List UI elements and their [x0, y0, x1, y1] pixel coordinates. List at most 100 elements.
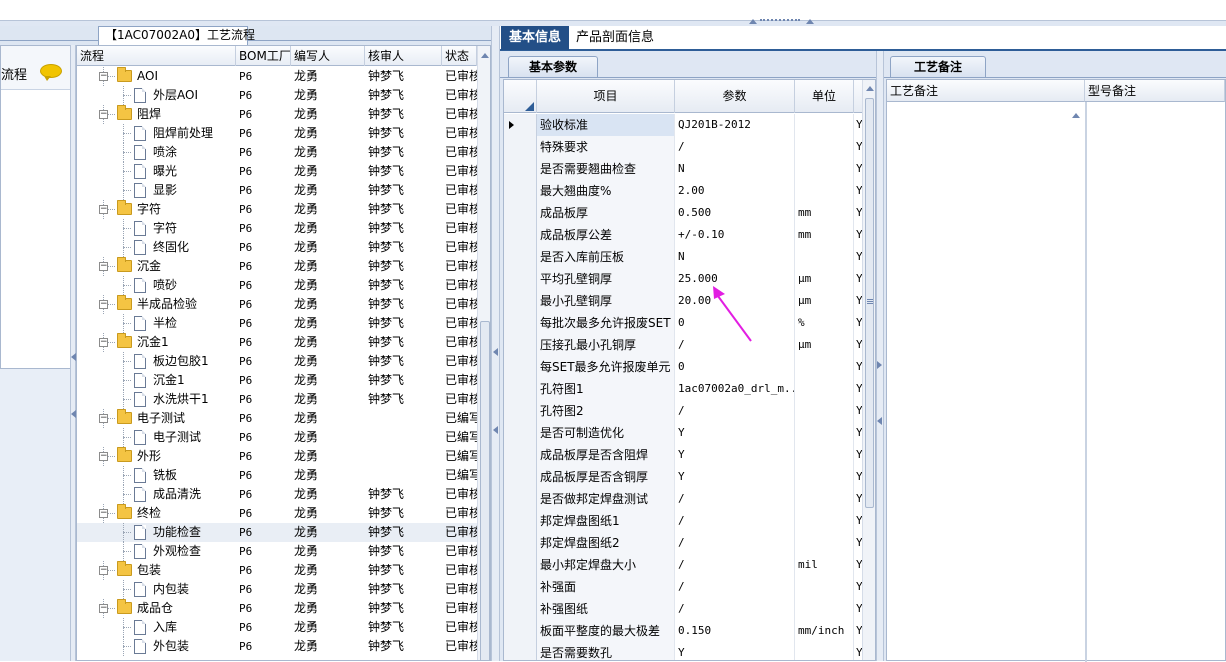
tree-row[interactable]: − 外形 P6 龙勇 已编写 [77, 447, 490, 466]
row-selector[interactable] [504, 180, 537, 202]
model-note-input[interactable] [1089, 104, 1223, 654]
col-header-unit[interactable]: 单位 [795, 80, 854, 113]
col-header-item[interactable]: 项目 [537, 80, 675, 113]
param-row[interactable]: 补强面 / Y [504, 576, 875, 598]
param-row[interactable]: 邦定焊盘图纸1/Y [504, 510, 875, 532]
param-row[interactable]: 最小孔壁铜厚 20.00 μm Y [504, 290, 875, 312]
param-value-cell[interactable]: QJ201B-2012 [675, 114, 795, 136]
tree-row[interactable]: 板边包胶1 P6 龙勇 钟梦飞 已审核 [77, 352, 490, 371]
param-value-cell[interactable]: 0.500 [675, 202, 795, 224]
right-splitter[interactable] [876, 51, 884, 661]
row-selector[interactable] [504, 356, 537, 378]
row-selector[interactable] [504, 290, 537, 312]
param-row[interactable]: 是否入库前压板 N Y [504, 246, 875, 268]
collapse-left-icon[interactable] [493, 426, 498, 434]
param-row[interactable]: 最大翘曲度% 2.00 Y [504, 180, 875, 202]
col-header-process-note[interactable]: 工艺备注 [887, 80, 1085, 102]
param-row[interactable]: 最小邦定焊盘大小 / mil Y [504, 554, 875, 576]
collapse-right-icon[interactable] [877, 361, 882, 369]
tree-row[interactable]: 外观检查 P6 龙勇 钟梦飞 已审核 [77, 542, 490, 561]
param-value-cell[interactable]: / [675, 598, 795, 620]
tree-row[interactable]: 功能检查 P6 龙勇 钟梦飞 已审核 [77, 523, 490, 542]
col-header-status[interactable]: 状态 [442, 46, 477, 66]
param-value-cell[interactable]: Y [675, 466, 795, 488]
row-selector[interactable] [504, 466, 537, 488]
param-value-cell[interactable]: 0.150 [675, 620, 795, 642]
row-selector[interactable] [504, 158, 537, 180]
tree-row[interactable]: − 电子测试 P6 龙勇 已编写 [77, 409, 490, 428]
tree-row[interactable]: 终固化 P6 龙勇 钟梦飞 已审核 [77, 238, 490, 257]
scrollbar-thumb[interactable] [865, 98, 874, 508]
tree-row[interactable]: 喷涂 P6 龙勇 钟梦飞 已审核 [77, 143, 490, 162]
tree-row[interactable]: 外包装 P6 龙勇 钟梦飞 已审核 [77, 637, 490, 656]
tree-row[interactable]: 铣板 P6 龙勇 已编写 [77, 466, 490, 485]
tree-row[interactable]: − 半成品检验 P6 龙勇 钟梦飞 已审核 [77, 295, 490, 314]
param-value-cell[interactable]: +/-0.10 [675, 224, 795, 246]
param-value-cell[interactable]: / [675, 400, 795, 422]
param-row[interactable]: 成品板厚公差 +/-0.10 mm Y [504, 224, 875, 246]
process-note-input[interactable] [889, 104, 1069, 654]
row-selector[interactable] [504, 224, 537, 246]
splitter-grip[interactable] [760, 19, 800, 23]
param-row[interactable]: 是否做邦定焊盘测试 / Y [504, 488, 875, 510]
tree-row[interactable]: 电子测试 P6 龙勇 已编写 [77, 428, 490, 447]
col-header-writer[interactable]: 编写人 [291, 46, 365, 66]
tree-row[interactable]: 外层AOI P6 龙勇 钟梦飞 已审核 [77, 86, 490, 105]
expand-collapse-icon[interactable]: − [99, 414, 108, 423]
tab-basic-info[interactable]: 基本信息 [501, 26, 569, 50]
center-splitter[interactable] [491, 26, 500, 661]
row-selector[interactable] [504, 510, 537, 532]
param-value-cell[interactable]: / [675, 510, 795, 532]
param-row[interactable]: 是否需要数孔 Y Y [504, 642, 875, 660]
tree-row[interactable]: 入库 P6 龙勇 钟梦飞 已审核 [77, 618, 490, 637]
param-value-cell[interactable]: / [675, 576, 795, 598]
row-selector[interactable] [504, 620, 537, 642]
param-value-cell[interactable]: 1ac07002a0_drl_m... [675, 378, 795, 400]
row-selector[interactable] [504, 554, 537, 576]
row-selector[interactable] [504, 422, 537, 444]
tree-row[interactable]: − 沉金1 P6 龙勇 钟梦飞 已审核 [77, 333, 490, 352]
param-value-cell[interactable]: / [675, 554, 795, 576]
row-selector[interactable] [504, 268, 537, 290]
param-row[interactable]: 成品板厚是否含阻焊 Y Y [504, 444, 875, 466]
chat-bubble-icon[interactable] [40, 64, 62, 81]
collapse-left-icon[interactable] [493, 348, 498, 356]
row-selector[interactable] [504, 532, 537, 554]
row-selector[interactable] [504, 378, 537, 400]
tree-row[interactable]: − 成品仓 P6 龙勇 钟梦飞 已审核 [77, 599, 490, 618]
tree-row[interactable]: 成品清洗 P6 龙勇 钟梦飞 已审核 [77, 485, 490, 504]
row-selector[interactable] [504, 312, 537, 334]
col-header-model-note[interactable]: 型号备注 [1085, 80, 1225, 102]
side-nav-label[interactable]: 流程 [1, 64, 27, 83]
param-row[interactable]: 孔符图2/Y [504, 400, 875, 422]
row-selector[interactable] [504, 136, 537, 158]
param-row[interactable]: 是否可制造优化 Y Y [504, 422, 875, 444]
expand-collapse-icon[interactable]: − [99, 110, 108, 119]
row-selector[interactable] [504, 642, 537, 660]
tree-row[interactable]: − 包装 P6 龙勇 钟梦飞 已审核 [77, 561, 490, 580]
param-row[interactable]: 成品板厚 0.500 mm Y [504, 202, 875, 224]
tree-row[interactable]: 阻焊前处理 P6 龙勇 钟梦飞 已审核 [77, 124, 490, 143]
tree-row[interactable]: 喷砂 P6 龙勇 钟梦飞 已审核 [77, 276, 490, 295]
param-value-cell[interactable]: N [675, 246, 795, 268]
row-selector[interactable] [504, 334, 537, 356]
param-row[interactable]: 板面平整度的最大极差 0.150 mm/inch Y [504, 620, 875, 642]
expand-collapse-icon[interactable]: − [99, 72, 108, 81]
param-row[interactable]: 平均孔壁铜厚 25.000 μm Y [504, 268, 875, 290]
col-header-process[interactable]: 流程 [77, 46, 236, 66]
row-selector[interactable] [504, 202, 537, 224]
subtab-process-notes[interactable]: 工艺备注 [890, 56, 986, 77]
tree-row[interactable]: 半检 P6 龙勇 钟梦飞 已审核 [77, 314, 490, 333]
tree-row[interactable]: − AOI P6 龙勇 钟梦飞 已审核 [77, 67, 490, 86]
expand-collapse-icon[interactable]: − [99, 205, 108, 214]
row-selector[interactable] [504, 488, 537, 510]
param-row[interactable]: 每批次最多允许报废SET 0% Y [504, 312, 875, 334]
row-selector-header[interactable] [504, 80, 537, 113]
tree-row[interactable]: 沉金1 P6 龙勇 钟梦飞 已审核 [77, 371, 490, 390]
scroll-up-icon[interactable] [1072, 113, 1080, 118]
expand-collapse-icon[interactable]: − [99, 604, 108, 613]
tab-product-profile[interactable]: 产品剖面信息 [575, 26, 655, 50]
tree-row[interactable]: 曝光 P6 龙勇 钟梦飞 已审核 [77, 162, 490, 181]
param-value-cell[interactable]: 2.00 [675, 180, 795, 202]
row-selector[interactable] [504, 114, 537, 136]
